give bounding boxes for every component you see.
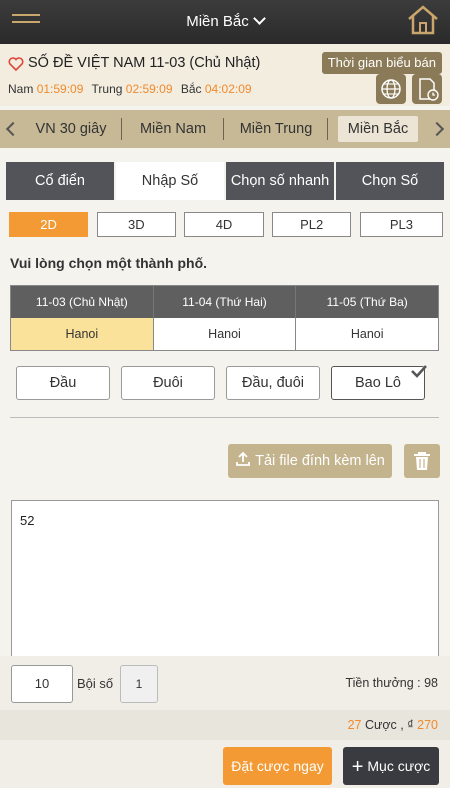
check-icon xyxy=(411,365,427,378)
delete-button[interactable] xyxy=(404,444,440,478)
digit-tabs: 2D 3D 4D PL2 PL3 xyxy=(9,212,443,237)
chevron-right-icon[interactable] xyxy=(429,121,445,137)
footer: Đặt cược ngay + Mục cược xyxy=(0,740,450,788)
tab-mien-trung[interactable]: Miền Trung xyxy=(224,110,328,148)
game-title: SỐ ĐỀ VIỆT NAM 11-03 (Chủ Nhật) xyxy=(28,55,261,71)
time-value-bac: 04:02:09 xyxy=(204,82,252,96)
tab-label: Miền Bắc xyxy=(337,116,419,142)
time-label-nam: Nam xyxy=(8,82,34,96)
tab-mien-bac[interactable]: Miền Bắc xyxy=(328,110,428,148)
date-header: 11-03 (Chủ Nhật) xyxy=(11,286,154,318)
number-input-area[interactable]: 52 xyxy=(11,500,439,672)
tab-label: Miền Nam xyxy=(139,121,207,137)
bet-type-duoi[interactable]: Đuôi xyxy=(121,366,215,400)
date-header: 11-04 (Thứ Hai) xyxy=(153,286,297,318)
tab-mien-nam[interactable]: Miền Nam xyxy=(122,110,224,148)
bet-count-label: Cược , xyxy=(364,718,404,732)
tab-chon-so[interactable]: Chọn Số xyxy=(336,162,444,200)
currency-symbol: ₫ xyxy=(407,718,414,732)
upload-icon xyxy=(236,451,251,466)
date-city-grid: 11-03 (Chủ Nhật) 11-04 (Thứ Hai) 11-05 (… xyxy=(10,285,439,351)
bet-count: 27 xyxy=(347,718,362,732)
tab-co-dien[interactable]: Cổ điển xyxy=(6,162,114,200)
tab-label: Miền Trung xyxy=(239,121,313,137)
chevron-down-icon xyxy=(252,12,266,25)
tab-chon-so-nhanh[interactable]: Chọn số nhanh xyxy=(226,162,334,200)
bet-total: 270 xyxy=(417,718,438,732)
time-value-nam: 01:59:09 xyxy=(36,82,84,96)
top-bar: Miền Bắc xyxy=(0,0,450,44)
multiplier-stepper[interactable]: 1 xyxy=(120,665,158,703)
document-clock-icon xyxy=(419,78,439,101)
bet-amount-input[interactable]: 10 xyxy=(11,665,73,703)
time-value-trung: 02:59:09 xyxy=(125,82,173,96)
city-cell[interactable]: Hanoi xyxy=(153,318,297,350)
bet-type-dau[interactable]: Đầu xyxy=(16,366,110,400)
document-clock-button[interactable] xyxy=(412,74,442,104)
time-label-trung: Trung xyxy=(91,82,123,96)
bet-list-button[interactable]: + Mục cược xyxy=(343,747,439,785)
bet-summary: 27 Cược , ₫ 270 xyxy=(0,710,450,740)
region-selector[interactable]: Miền Bắc xyxy=(0,0,450,44)
tab-label: VN 30 giây xyxy=(35,121,107,137)
mode-tabs: Cổ điển Nhập Số Chọn số nhanh Chọn Số xyxy=(6,162,444,200)
plus-icon: + xyxy=(351,756,364,778)
trash-icon xyxy=(414,452,430,470)
tab-vn-30-giay[interactable]: VN 30 giây xyxy=(20,110,122,148)
bet-list-label: Mục cược xyxy=(367,758,431,774)
reward-text: Tiền thưởng : 98 xyxy=(345,676,438,690)
upload-file-label: Tải file đính kèm lên xyxy=(255,453,385,469)
tab-3d[interactable]: 3D xyxy=(96,212,176,237)
divider xyxy=(10,417,439,418)
tab-4d[interactable]: 4D xyxy=(184,212,264,237)
globe-button[interactable] xyxy=(376,74,406,104)
region-tabs: VN 30 giây Miền Nam Miền Trung Miền Bắc xyxy=(0,110,450,148)
date-header: 11-05 (Thứ Ba) xyxy=(296,286,439,318)
tab-pl3[interactable]: PL3 xyxy=(359,212,443,237)
region-selector-label: Miền Bắc xyxy=(186,13,249,30)
favorite-heart-icon[interactable] xyxy=(8,56,24,72)
tab-nhap-so[interactable]: Nhập Số xyxy=(116,162,224,200)
city-cell[interactable]: Hanoi xyxy=(296,318,439,350)
time-label-bac: Bắc xyxy=(180,82,202,96)
draw-times: Nam 01:59:09 Trung 02:59:09 Bắc 04:02:09 xyxy=(8,82,257,96)
globe-icon xyxy=(381,79,401,99)
bet-now-button[interactable]: Đặt cược ngay xyxy=(223,747,332,785)
home-icon[interactable] xyxy=(406,4,440,36)
multiplier-label: Bội số xyxy=(77,676,114,691)
choose-city-prompt: Vui lòng chọn một thành phố. xyxy=(10,255,208,271)
bet-controls: 10 Bội số 1 Tiền thưởng : 98 xyxy=(0,656,450,710)
game-info: SỐ ĐỀ VIỆT NAM 11-03 (Chủ Nhật) Nam 01:5… xyxy=(0,44,450,106)
chevron-left-icon[interactable] xyxy=(5,121,21,137)
tab-2d[interactable]: 2D xyxy=(9,212,89,237)
city-cell[interactable]: Hanoi xyxy=(11,318,154,350)
schedule-button[interactable]: Thời gian biểu bán xyxy=(321,52,442,74)
bet-type-dau-duoi[interactable]: Đầu, đuôi xyxy=(226,366,320,400)
upload-file-button[interactable]: Tải file đính kèm lên xyxy=(228,444,392,478)
tab-pl2[interactable]: PL2 xyxy=(272,212,352,237)
